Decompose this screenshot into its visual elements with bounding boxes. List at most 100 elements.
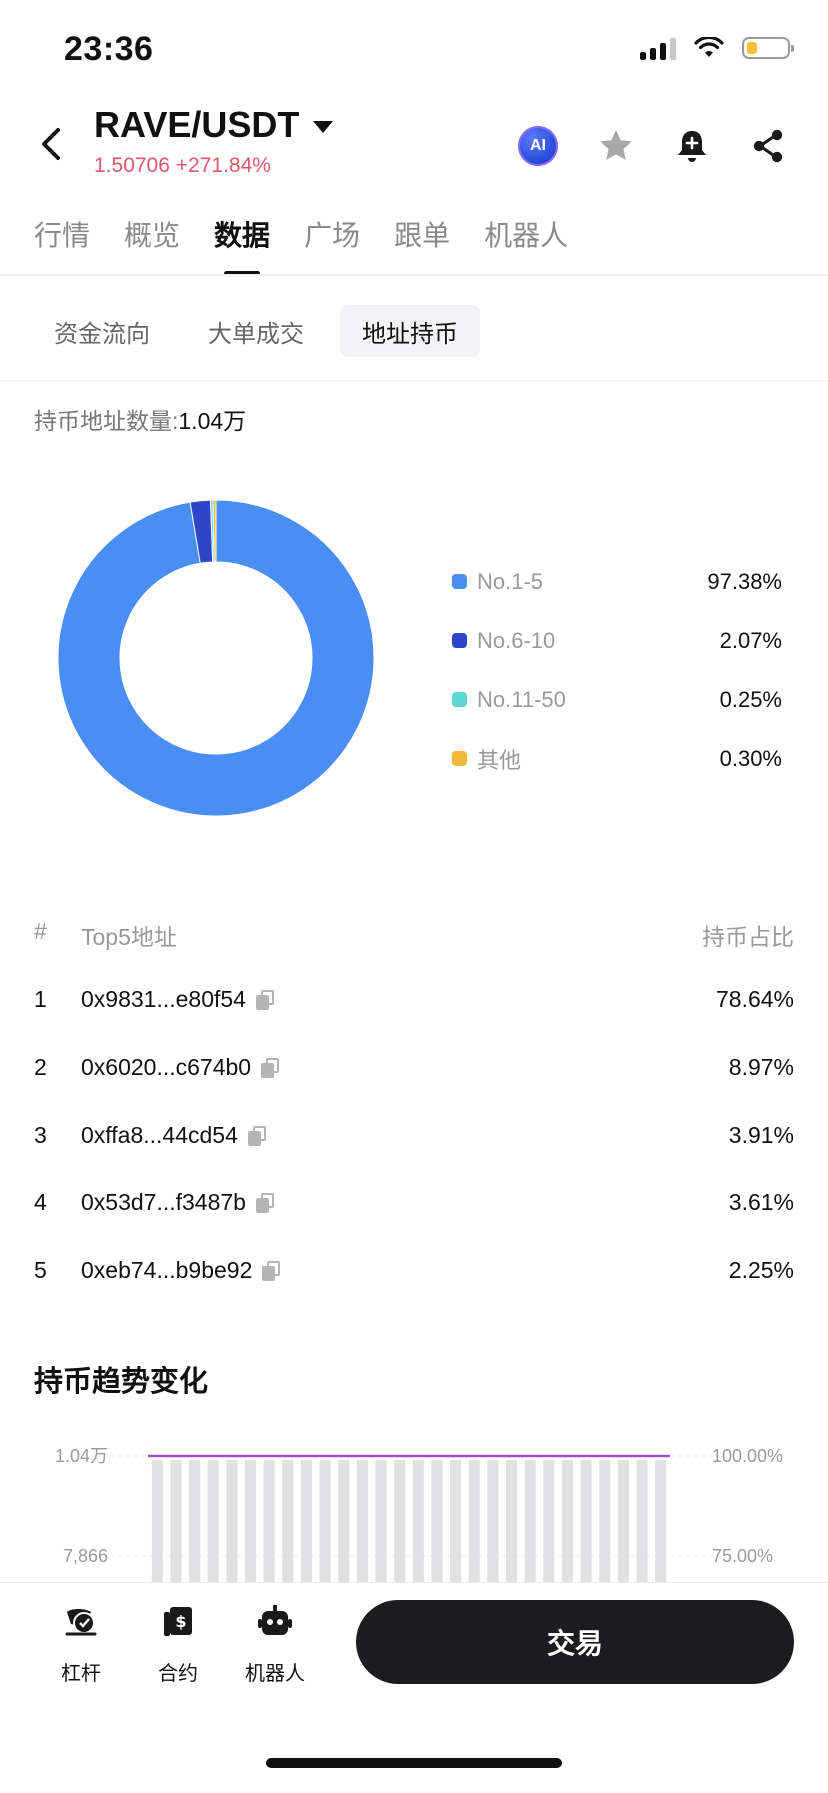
row-share: 78.64% — [715, 986, 794, 1012]
tab-overview[interactable]: 概览 — [124, 214, 180, 254]
trend-bar — [543, 1460, 555, 1584]
holder-count-value: 1.04万 — [178, 408, 247, 434]
tab-market[interactable]: 行情 — [34, 214, 90, 254]
legend-percent: 0.25% — [719, 686, 782, 712]
nav-leverage[interactable]: 杠杆 — [36, 1602, 126, 1686]
legend-item: No.1-5 97.38% — [452, 552, 782, 611]
holder-address-count: 持币地址数量:1.04万 — [34, 402, 246, 436]
battery-icon — [742, 37, 794, 59]
holdings-donut-chart — [57, 499, 375, 817]
nav-contract[interactable]: $ 合约 — [133, 1602, 223, 1686]
svg-text:$: $ — [175, 1612, 186, 1631]
legend-item: No.11-50 0.25% — [452, 670, 782, 729]
price-alert-bell-icon[interactable] — [672, 126, 712, 166]
trend-bar — [655, 1460, 667, 1584]
pair-title: RAVE/USDT — [94, 104, 300, 145]
ai-label: AI — [530, 137, 546, 154]
legend-percent: 2.07% — [719, 627, 782, 653]
trend-bar — [375, 1460, 387, 1584]
wifi-icon — [694, 37, 724, 57]
legend-swatch — [452, 692, 467, 707]
table-row: 5 0xeb74...b9be92 2.25% — [34, 1257, 794, 1297]
trade-button[interactable]: 交易 — [356, 1600, 794, 1684]
legend-label: No.1-5 — [477, 568, 544, 594]
trend-bar — [561, 1460, 574, 1584]
trend-bar — [617, 1460, 629, 1584]
tab-square[interactable]: 广场 — [304, 214, 360, 254]
row-index: 3 — [34, 1122, 47, 1148]
trend-bar — [487, 1460, 499, 1584]
trend-bar — [338, 1460, 350, 1584]
tab-bots[interactable]: 机器人 — [484, 214, 568, 254]
copy-icon[interactable] — [261, 1057, 281, 1078]
back-arrow-icon[interactable] — [32, 124, 72, 164]
y-tick-right: 100.00% — [712, 1446, 783, 1466]
donut-legend: No.1-5 97.38% No.6-10 2.07% No.11-50 0.2… — [452, 552, 782, 788]
legend-item: No.6-10 2.07% — [452, 611, 782, 670]
trend-bar — [300, 1460, 313, 1584]
cell-signal-icon — [640, 36, 676, 60]
legend-swatch — [452, 751, 467, 766]
subtab-address-holdings[interactable]: 地址持币 — [340, 305, 480, 357]
row-index: 2 — [34, 1054, 47, 1080]
legend-swatch — [452, 574, 467, 589]
status-time: 23:36 — [64, 30, 154, 68]
nav-robot[interactable]: 机器人 — [230, 1602, 320, 1686]
trend-bar — [151, 1460, 163, 1584]
nav-label: 合约 — [158, 1663, 198, 1685]
holding-trend-chart: 1.04万 7,866 100.00% 75.00% — [55, 1446, 783, 1584]
subtab-large-orders[interactable]: 大单成交 — [208, 305, 304, 357]
trend-bar — [356, 1460, 368, 1584]
trend-bar — [524, 1460, 536, 1584]
trend-bar — [431, 1460, 443, 1584]
ai-assistant-button[interactable]: AI — [518, 126, 558, 166]
status-icons — [640, 36, 794, 60]
trend-bar — [468, 1460, 480, 1584]
row-address: 0xffa8...44cd54 — [81, 1122, 238, 1148]
main-tabs: 行情 概览 数据 广场 跟单 机器人 — [34, 214, 568, 254]
table-header-index: # — [34, 918, 47, 944]
dropdown-caret-icon — [313, 121, 334, 133]
price-change: +271.84% — [175, 154, 271, 177]
trend-bar — [412, 1460, 424, 1584]
tab-copy-trading[interactable]: 跟单 — [394, 214, 450, 254]
nav-label: 杠杆 — [61, 1663, 101, 1685]
row-share: 3.61% — [728, 1189, 794, 1215]
row-share: 2.25% — [728, 1257, 794, 1283]
legend-swatch — [452, 633, 467, 648]
copy-icon[interactable] — [262, 1260, 282, 1281]
trend-bar — [505, 1460, 518, 1584]
legend-label: No.11-50 — [477, 686, 566, 712]
copy-icon[interactable] — [255, 1192, 276, 1213]
legend-label: No.6-10 — [477, 627, 556, 653]
row-index: 4 — [34, 1189, 47, 1215]
trend-bar — [189, 1460, 201, 1584]
copy-icon[interactable] — [247, 1125, 268, 1146]
y-tick-right: 75.00% — [712, 1546, 773, 1566]
row-address: 0x6020...c674b0 — [81, 1054, 252, 1080]
row-address: 0xeb74...b9be92 — [81, 1257, 253, 1283]
tab-data[interactable]: 数据 — [214, 214, 270, 254]
pair-selector[interactable]: RAVE/USDT — [94, 104, 334, 146]
holder-count-label: 持币地址数量: — [34, 408, 179, 434]
row-share: 8.97% — [728, 1054, 794, 1080]
share-icon[interactable] — [748, 126, 788, 166]
table-header-share: 持币占比 — [702, 924, 794, 950]
table-row: 4 0x53d7...f3487b 3.61% — [34, 1189, 794, 1229]
subtabs-divider — [0, 380, 828, 382]
row-share: 3.91% — [728, 1122, 794, 1148]
leverage-icon — [65, 1609, 97, 1636]
favorite-star-icon[interactable] — [596, 126, 636, 166]
trend-bar — [226, 1460, 238, 1584]
trend-bar — [599, 1460, 611, 1584]
tabs-divider — [0, 274, 828, 276]
robot-icon — [258, 1605, 292, 1635]
trend-bar — [394, 1460, 406, 1584]
contract-icon: $ — [164, 1607, 192, 1636]
subtab-fund-flow[interactable]: 资金流向 — [54, 305, 150, 357]
trend-bar — [450, 1460, 462, 1584]
copy-icon[interactable] — [255, 989, 276, 1010]
row-index: 5 — [34, 1257, 47, 1283]
trend-bar — [636, 1460, 648, 1584]
legend-item: 其他 0.30% — [452, 729, 782, 788]
